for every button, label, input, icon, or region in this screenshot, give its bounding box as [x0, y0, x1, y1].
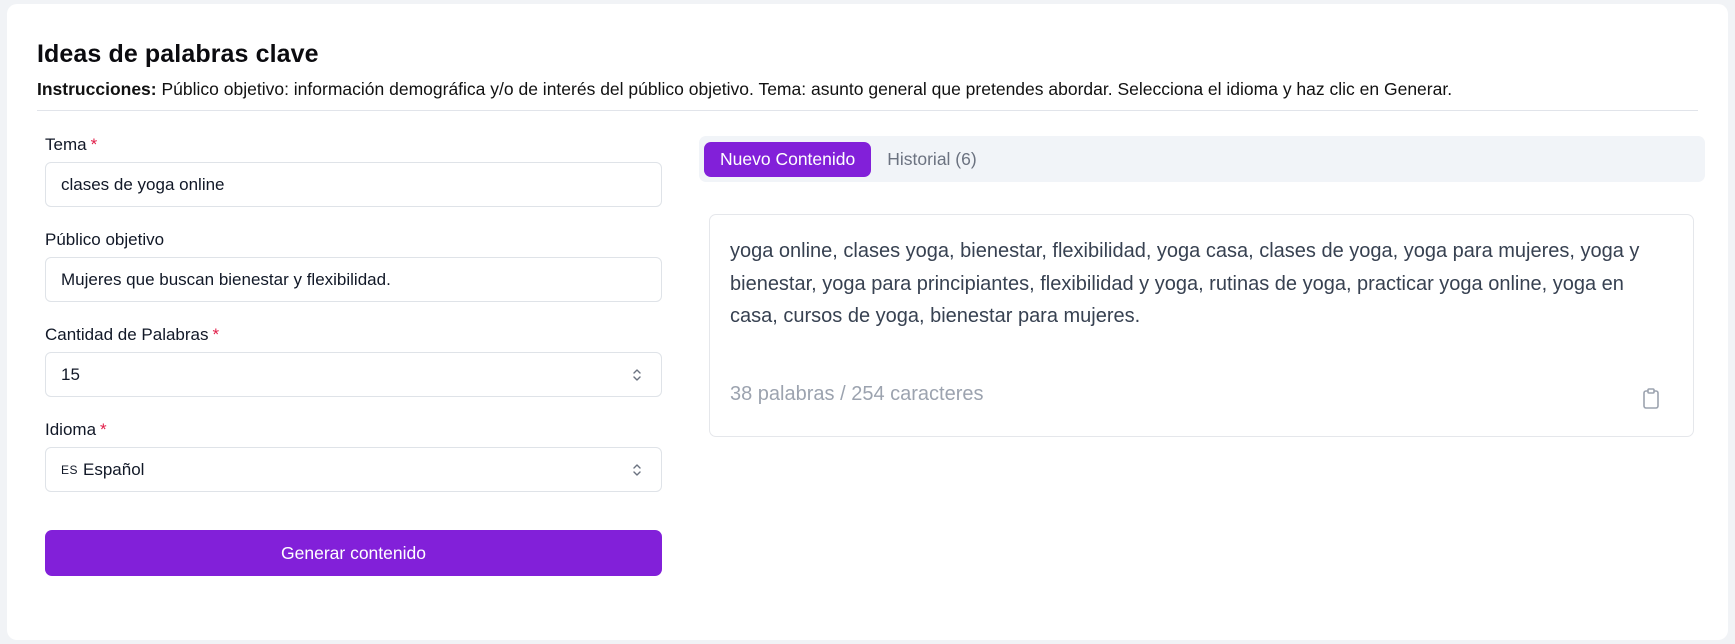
instructions: Instrucciones: Público objetivo: informa…: [37, 79, 1698, 100]
required-mark: *: [100, 420, 107, 439]
publico-field: Público objetivo: [45, 229, 662, 302]
tema-field: Tema *: [45, 134, 662, 207]
required-mark: *: [212, 325, 220, 344]
word-char-counter: 38 palabras / 254 caracteres: [730, 383, 984, 405]
cantidad-field: Cantidad de Palabras * 15: [45, 324, 662, 397]
keyword-form: Tema* Público objetivo Cantidad de Palab…: [45, 134, 662, 576]
page-title: Ideas de palabras clave: [37, 40, 319, 68]
idioma-field: Idioma * ES Español: [45, 419, 662, 492]
chevron-up-down-icon: [633, 464, 641, 476]
tema-label-text: Tema: [45, 135, 87, 154]
idioma-value: Español: [83, 459, 145, 479]
idioma-select[interactable]: ES Español: [45, 447, 662, 492]
header: Ideas de palabras clave Instrucciones: P…: [37, 40, 1698, 100]
cantidad-select[interactable]: 15: [45, 352, 662, 397]
instructions-label: Instrucciones:: [37, 79, 157, 99]
publico-input[interactable]: [45, 257, 662, 302]
header-divider: [37, 110, 1698, 111]
tema-label: Tema *: [45, 134, 662, 156]
publico-label-text: Público objetivo: [45, 230, 165, 249]
cantidad-value: 15: [61, 364, 80, 384]
output-text: yoga online, clases yoga, bienestar, fle…: [730, 240, 1640, 327]
idioma-label: Idioma *: [45, 419, 662, 441]
instructions-text: Público objetivo: información demográfic…: [156, 79, 1453, 99]
tema-input[interactable]: [45, 162, 662, 207]
chevron-up-down-icon: [633, 369, 641, 381]
idioma-label-text: Idioma: [45, 420, 97, 439]
required-mark: *: [90, 135, 98, 154]
keyword-ideas-card: Ideas de palabras clave Instrucciones: P…: [7, 4, 1728, 640]
flag-es-icon: ES: [61, 462, 79, 477]
publico-label: Público objetivo: [45, 229, 662, 251]
generate-button[interactable]: Generar contenido: [45, 530, 662, 576]
tab-new-content[interactable]: Nuevo Contenido: [704, 141, 872, 177]
cantidad-label: Cantidad de Palabras *: [45, 324, 662, 346]
output-panel: yoga online, clases yoga, bienestar, fle…: [709, 214, 1694, 437]
clipboard-icon[interactable]: [1641, 387, 1661, 411]
content-tabs: Nuevo Contenido Historial (6): [699, 136, 1705, 182]
cantidad-label-text: Cantidad de Palabras: [45, 325, 209, 344]
tab-history[interactable]: Historial (6): [871, 142, 992, 177]
